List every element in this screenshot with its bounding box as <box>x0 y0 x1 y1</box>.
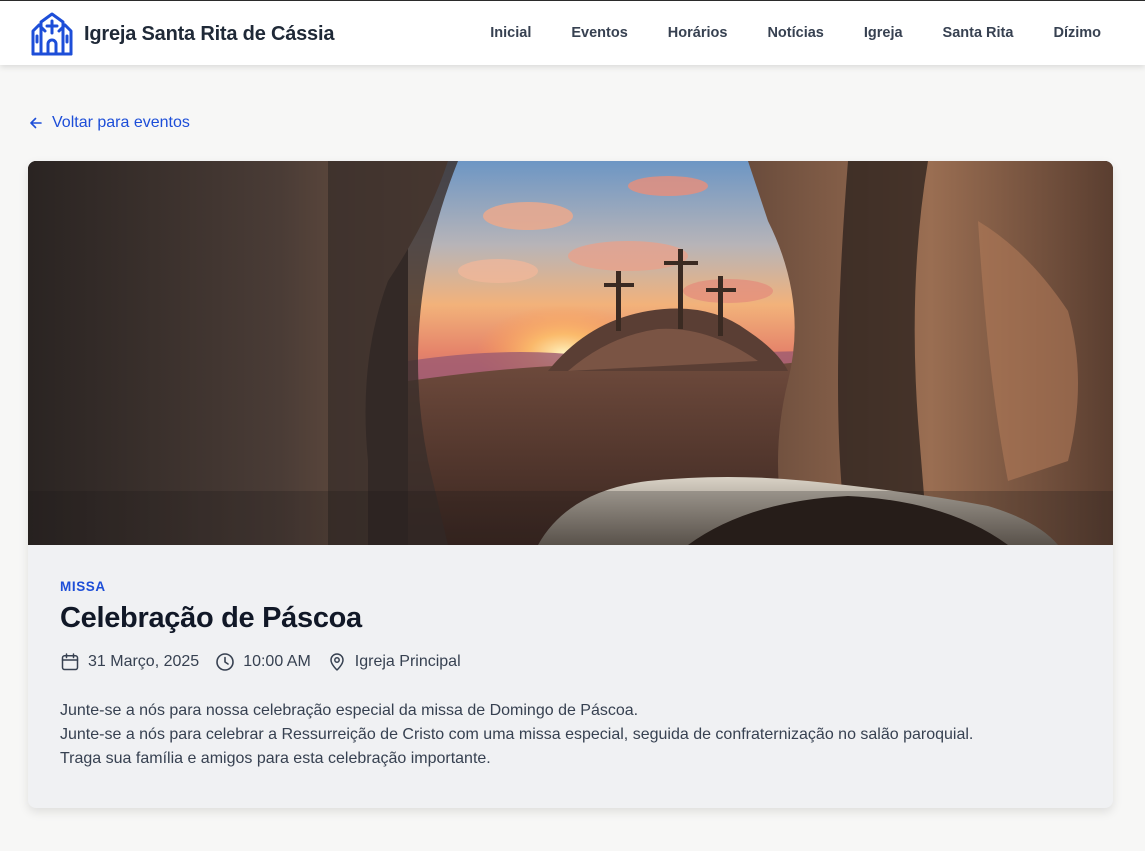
nav-item-igreja[interactable]: Igreja <box>844 25 923 41</box>
event-time: 10:00 AM <box>215 652 311 672</box>
event-category-badge: MISSA <box>60 579 106 594</box>
event-description: Junte-se a nós para nossa celebração esp… <box>60 699 1080 771</box>
event-hero-image <box>28 161 1113 545</box>
nav-item-horarios[interactable]: Horários <box>648 25 748 41</box>
map-pin-icon <box>330 653 344 671</box>
description-line: Traga sua família e amigos para esta cel… <box>60 750 491 767</box>
event-card: MISSA Celebração de Páscoa 31 Março, 202… <box>28 161 1113 808</box>
site-header: Igreja Santa Rita de Cássia Inicial Even… <box>0 0 1145 65</box>
main-nav: Inicial Eventos Horários Notícias Igreja… <box>470 1 1121 65</box>
event-location-text: Igreja Principal <box>354 653 461 670</box>
brand[interactable]: Igreja Santa Rita de Cássia <box>29 11 334 57</box>
event-time-text: 10:00 AM <box>243 653 311 670</box>
nav-item-noticias[interactable]: Notícias <box>747 25 843 41</box>
arrow-left-icon <box>30 117 42 129</box>
back-to-events-link[interactable]: Voltar para eventos <box>28 114 190 132</box>
event-meta: 31 Março, 2025 10:00 AM Igreja Principal <box>60 652 1080 672</box>
brand-name: Igreja Santa Rita de Cássia <box>84 22 335 45</box>
clock-icon <box>216 653 234 671</box>
back-link-label: Voltar para eventos <box>52 114 190 131</box>
nav-item-santa-rita[interactable]: Santa Rita <box>923 25 1034 41</box>
description-line: Junte-se a nós para nossa celebração esp… <box>60 702 639 719</box>
event-date: 31 Março, 2025 <box>60 652 199 672</box>
nav-item-eventos[interactable]: Eventos <box>551 25 647 41</box>
calendar-icon <box>61 653 79 671</box>
church-icon <box>31 12 73 56</box>
nav-item-inicial[interactable]: Inicial <box>470 25 551 41</box>
event-location: Igreja Principal <box>327 652 461 672</box>
event-details: MISSA Celebração de Páscoa 31 Março, 202… <box>60 579 1080 771</box>
nav-item-dizimo[interactable]: Dízimo <box>1033 25 1121 41</box>
event-date-text: 31 Março, 2025 <box>88 653 200 670</box>
event-title: Celebração de Páscoa <box>60 602 362 634</box>
description-line: Junte-se a nós para celebrar a Ressurrei… <box>60 726 974 743</box>
